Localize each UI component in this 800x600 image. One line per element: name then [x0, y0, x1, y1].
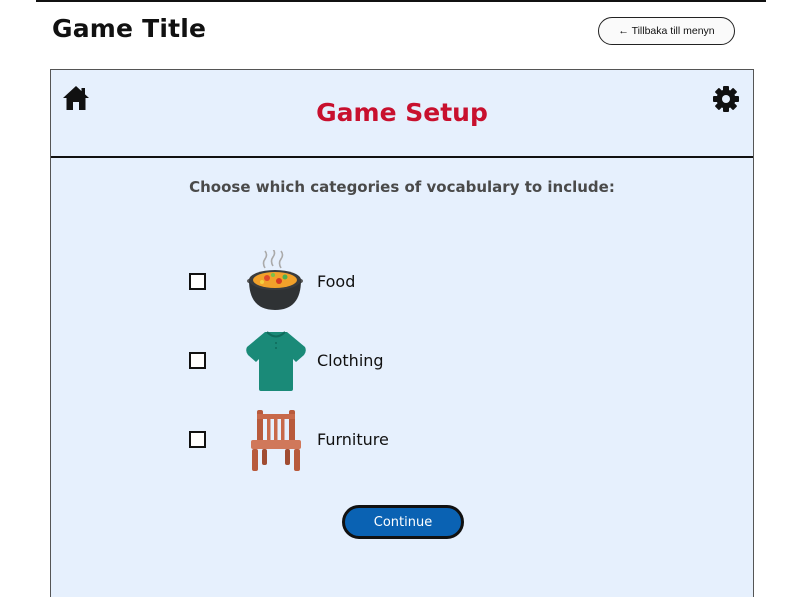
back-to-menu-button[interactable]: ← Tillbaka till menyn — [598, 17, 735, 45]
continue-button[interactable]: Continue — [342, 505, 464, 539]
clothing-label: Clothing — [317, 351, 384, 370]
instruction-text: Choose which categories of vocabulary to… — [189, 178, 615, 196]
food-label: Food — [317, 272, 356, 291]
setup-title: Game Setup — [316, 98, 488, 127]
panel-header: Game Setup — [51, 70, 753, 158]
gear-icon[interactable] — [711, 84, 741, 114]
food-pot-icon — [243, 248, 309, 316]
furniture-label: Furniture — [317, 430, 389, 449]
category-row-clothing: Clothing — [51, 327, 753, 397]
category-row-furniture: Furniture — [51, 406, 753, 476]
game-title: Game Title — [52, 14, 207, 43]
chair-icon — [243, 408, 309, 474]
category-row-food: Food — [51, 248, 753, 318]
setup-panel: Game Setup Choose which categories of vo… — [50, 69, 754, 597]
shirt-icon — [243, 329, 309, 395]
clothing-checkbox[interactable] — [189, 352, 206, 369]
furniture-checkbox[interactable] — [189, 431, 206, 448]
food-checkbox[interactable] — [189, 273, 206, 290]
top-divider — [36, 0, 766, 2]
